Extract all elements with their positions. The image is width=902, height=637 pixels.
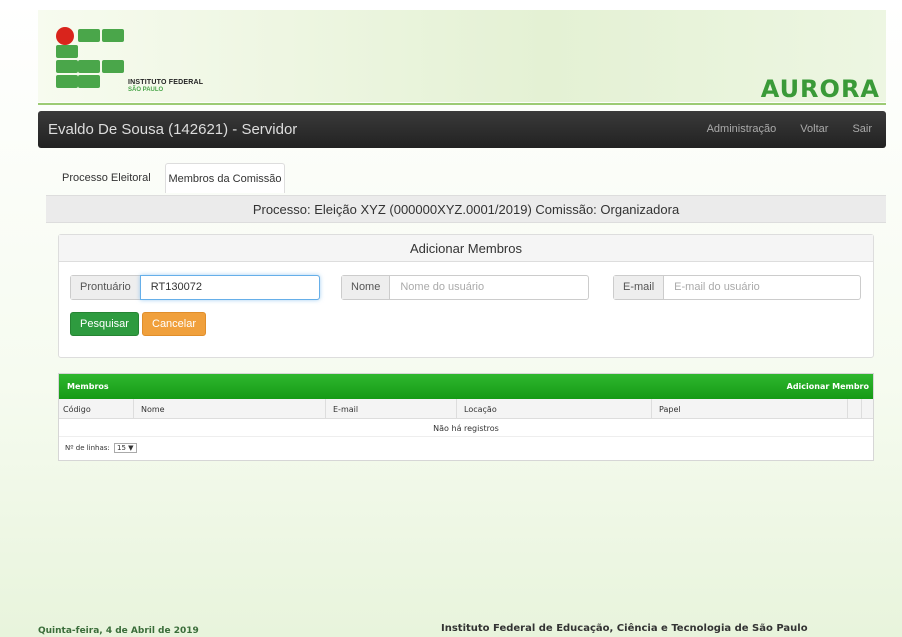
email-input[interactable]: E-mail do usuário — [664, 276, 860, 299]
institute-name: INSTITUTO FEDERAL — [128, 79, 204, 86]
top-navbar: Evaldo De Sousa (142621) - Servidor Admi… — [38, 111, 886, 148]
footer-institution: Instituto Federal de Educação, Ciência e… — [441, 623, 808, 634]
nav-link-sair[interactable]: Sair — [852, 123, 872, 135]
nome-label: Nome — [342, 276, 391, 299]
panel-title: Adicionar Membros — [59, 235, 873, 262]
tab-bar: Processo Eleitoral Membros da Comissão — [48, 163, 886, 193]
add-member-link[interactable]: Adicionar Membro — [787, 382, 869, 391]
search-button[interactable]: Pesquisar — [70, 312, 139, 336]
add-members-panel: Adicionar Membros Prontuário RT130072 No… — [58, 234, 874, 358]
column-locacao[interactable]: Locação — [464, 405, 497, 414]
tab-membros-comissao[interactable]: Membros da Comissão — [165, 163, 285, 193]
column-codigo[interactable]: Código — [63, 405, 91, 414]
nome-group: Nome Nome do usuário — [341, 275, 589, 300]
grid-header: Membros Adicionar Membro — [59, 374, 873, 399]
grid-title: Membros — [67, 382, 109, 391]
page-header: INSTITUTO FEDERAL SÃO PAULO AURORA — [38, 10, 886, 103]
cancel-button[interactable]: Cancelar — [142, 312, 207, 336]
email-label: E-mail — [614, 276, 665, 299]
aurora-logo: AURORA — [760, 75, 880, 103]
column-header-row: Código Nome E-mail Locação Papel — [59, 399, 873, 419]
members-grid: Membros Adicionar Membro Código Nome E-m… — [58, 373, 874, 461]
prontuario-input[interactable]: RT130072 — [139, 275, 320, 300]
column-nome[interactable]: Nome — [141, 405, 165, 414]
nome-input[interactable]: Nome do usuário — [390, 276, 588, 299]
process-info: Processo: Eleição XYZ (000000XYZ.0001/20… — [46, 195, 886, 223]
header-divider — [38, 103, 886, 105]
tab-processo-eleitoral[interactable]: Processo Eleitoral — [52, 163, 161, 193]
nav-link-administracao[interactable]: Administração — [707, 123, 777, 135]
institute-campus: SÃO PAULO — [128, 87, 164, 93]
email-group: E-mail E-mail do usuário — [613, 275, 861, 300]
prontuario-group: Prontuário RT130072 — [70, 275, 320, 300]
institute-logo: INSTITUTO FEDERAL SÃO PAULO — [54, 19, 204, 99]
nav-link-voltar[interactable]: Voltar — [800, 123, 828, 135]
rows-per-page-select[interactable]: 15 ▼ — [114, 443, 137, 453]
column-email[interactable]: E-mail — [333, 405, 358, 414]
footer-date: Quinta-feira, 4 de Abril de 2019 — [38, 626, 199, 636]
prontuario-label: Prontuário — [71, 276, 141, 299]
empty-message: Não há registros — [59, 419, 873, 437]
user-info: Evaldo De Sousa (142621) - Servidor — [48, 121, 298, 138]
column-papel[interactable]: Papel — [659, 405, 681, 414]
pager: Nº de linhas: 15 ▼ — [59, 437, 873, 459]
rows-label: Nº de linhas: — [65, 444, 110, 452]
